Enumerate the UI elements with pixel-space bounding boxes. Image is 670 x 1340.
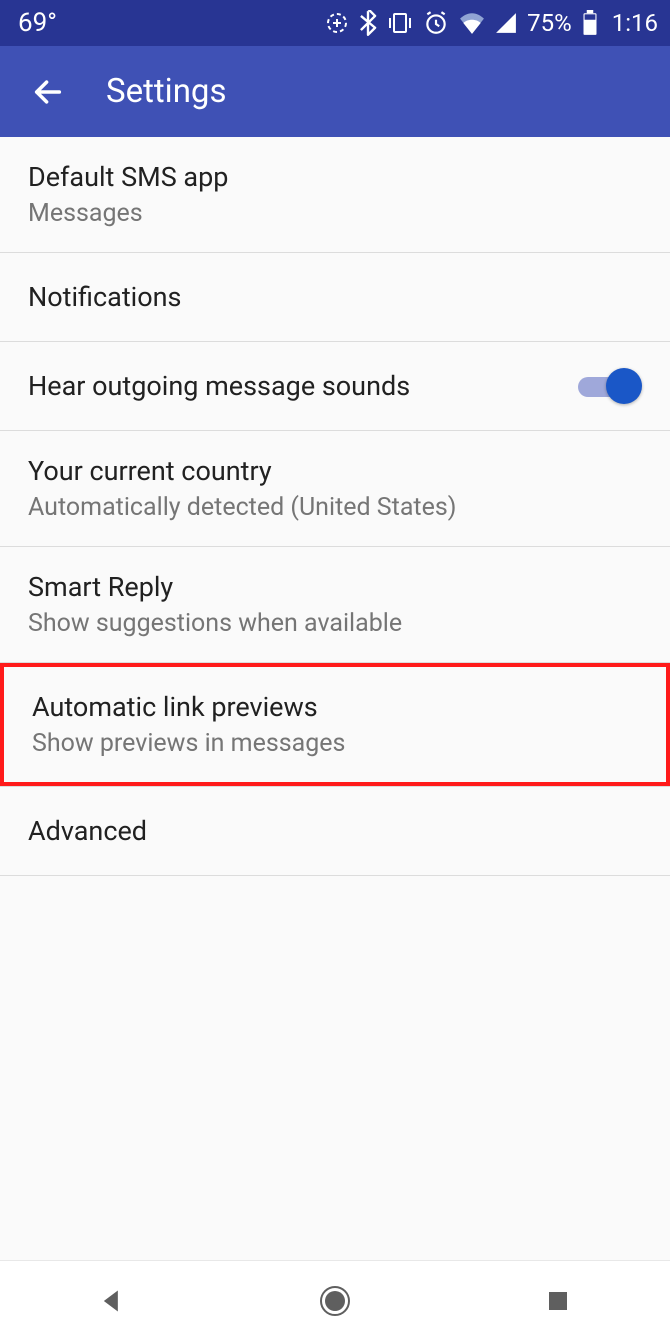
setting-title: Automatic link previews — [32, 691, 345, 723]
setting-title: Hear outgoing message sounds — [28, 366, 410, 406]
setting-subtitle: Show suggestions when available — [28, 609, 402, 638]
setting-title: Smart Reply — [28, 571, 402, 603]
settings-list: Default SMS app Messages Notifications H… — [0, 137, 670, 1260]
wifi-icon — [459, 12, 485, 34]
cell-signal-icon — [495, 12, 517, 34]
setting-subtitle: Show previews in messages — [32, 729, 345, 758]
setting-smart-reply[interactable]: Smart Reply Show suggestions when availa… — [0, 547, 670, 663]
nav-back-button[interactable] — [52, 1287, 172, 1315]
page-title: Settings — [106, 72, 227, 111]
setting-advanced[interactable]: Advanced — [0, 787, 670, 876]
app-bar: Settings — [0, 46, 670, 137]
status-bar: 69° 75% 1:16 — [0, 0, 670, 46]
bluetooth-icon — [359, 10, 377, 36]
data-saver-icon — [325, 11, 349, 35]
alarm-icon — [423, 10, 449, 36]
back-button[interactable] — [28, 72, 68, 112]
setting-title: Default SMS app — [28, 161, 228, 193]
setting-outgoing-sounds[interactable]: Hear outgoing message sounds — [0, 342, 670, 431]
vibrate-icon — [387, 11, 413, 35]
outgoing-sounds-toggle[interactable] — [578, 368, 642, 404]
highlight-annotation: Automatic link previews Show previews in… — [0, 663, 670, 786]
setting-country[interactable]: Your current country Automatically detec… — [0, 431, 670, 547]
toggle-thumb — [606, 368, 642, 404]
setting-title: Your current country — [28, 455, 456, 487]
battery-icon — [582, 10, 598, 36]
setting-notifications[interactable]: Notifications — [0, 253, 670, 342]
status-icons: 75% 1:16 — [325, 9, 658, 37]
clock-text: 1:16 — [612, 9, 658, 37]
temperature-indicator: 69° — [18, 8, 57, 38]
setting-subtitle: Automatically detected (United States) — [28, 493, 456, 522]
nav-recents-button[interactable] — [498, 1289, 618, 1313]
setting-subtitle: Messages — [28, 199, 228, 228]
nav-home-button[interactable] — [275, 1284, 395, 1318]
battery-percent: 75% — [527, 9, 572, 37]
setting-link-previews[interactable]: Automatic link previews Show previews in… — [4, 667, 666, 782]
setting-title: Notifications — [28, 277, 181, 317]
setting-default-sms[interactable]: Default SMS app Messages — [0, 137, 670, 253]
setting-title: Advanced — [28, 811, 147, 851]
system-nav-bar — [0, 1260, 670, 1340]
